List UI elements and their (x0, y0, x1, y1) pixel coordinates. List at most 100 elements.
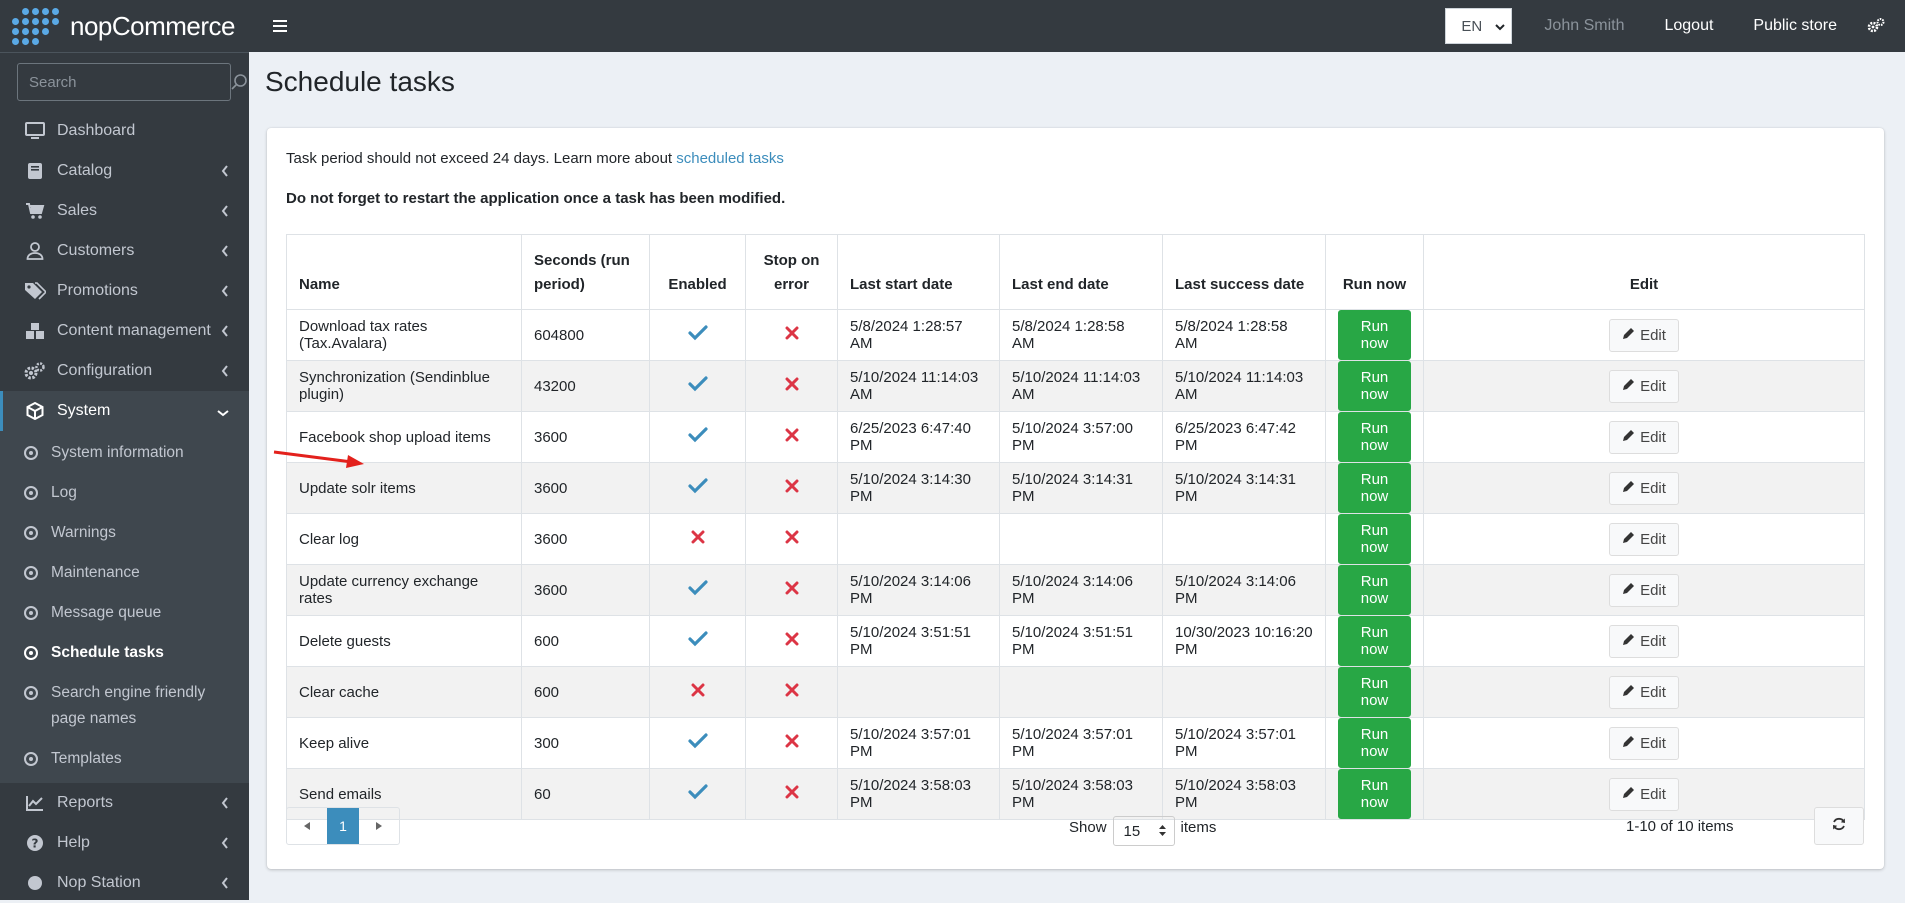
sidebar-item-configuration[interactable]: Configuration (0, 351, 249, 391)
cell-edit: Edit (1423, 564, 1865, 616)
edit-button[interactable]: Edit (1609, 420, 1679, 454)
logout-link[interactable]: Logout (1664, 17, 1713, 35)
sidebar-item-nop-station[interactable]: Nop Station (0, 863, 249, 903)
cross-icon (785, 479, 799, 497)
run-now-button[interactable]: Run now (1338, 565, 1411, 615)
sidebar-item-schedule-tasks[interactable]: Schedule tasks (0, 633, 249, 673)
svg-text:?: ? (32, 837, 39, 851)
refresh-button[interactable] (1814, 807, 1864, 845)
sidebar-item-reports[interactable]: Reports (0, 783, 249, 823)
hamburger-menu-icon[interactable] (273, 16, 287, 37)
page-size-select[interactable]: 15 (1112, 816, 1175, 846)
header-last-success-date[interactable]: Last success date (1162, 234, 1326, 310)
page-number-button[interactable]: 1 (327, 808, 359, 844)
cell-run-now: Run now (1325, 411, 1424, 463)
edit-button[interactable]: Edit (1609, 726, 1679, 760)
sidebar-item-help[interactable]: ? Help (0, 823, 249, 863)
cell-run-now: Run now (1325, 666, 1424, 718)
sidebar-item-system[interactable]: System (0, 391, 249, 431)
cell-edit: Edit (1423, 360, 1865, 412)
sidebar-search-input[interactable] (18, 72, 230, 92)
run-now-button[interactable]: Run now (1338, 718, 1411, 768)
prev-page-button[interactable] (287, 808, 327, 844)
sidebar-item-templates[interactable]: Templates (0, 739, 249, 779)
run-now-button[interactable]: Run now (1338, 463, 1411, 513)
edit-button-label: Edit (1640, 326, 1666, 344)
cell-last-success-date: 6/25/2023 6:47:42 PM (1162, 411, 1326, 463)
sidebar-item-system-information[interactable]: System information (0, 433, 249, 473)
check-icon (687, 733, 708, 753)
cell-enabled (649, 717, 746, 769)
sidebar-item-log[interactable]: Log (0, 473, 249, 513)
run-now-button[interactable]: Run now (1338, 769, 1411, 819)
edit-button[interactable]: Edit (1609, 624, 1679, 658)
run-now-button[interactable]: Run now (1338, 361, 1411, 411)
sidebar-item-label: Promotions (57, 282, 138, 299)
gears-icon[interactable] (1867, 18, 1885, 34)
search-icon[interactable] (230, 73, 248, 91)
cell-edit: Edit (1423, 411, 1865, 463)
brand[interactable]: nopCommerce (0, 0, 249, 53)
cell-last-end-date: 5/10/2024 3:51:51 PM (999, 615, 1163, 667)
sidebar-item-promotions[interactable]: Promotions (0, 271, 249, 311)
page-size-control: Show 15 items (1069, 812, 1216, 846)
edit-button-label: Edit (1640, 530, 1666, 548)
header-name[interactable]: Name (286, 234, 522, 310)
cell-last-success-date (1162, 513, 1326, 565)
sidebar-nav: Dashboard Catalog Sales Customers Promot… (0, 111, 249, 903)
sidebar-item-label: Help (57, 834, 90, 851)
header-stop-on-error[interactable]: Stop on error (745, 234, 838, 310)
table-row: Delete guests 600 5/10/2024 3:51:51 PM 5/10… (286, 615, 1865, 667)
header-enabled[interactable]: Enabled (649, 234, 746, 310)
cogs-icon (24, 360, 46, 382)
sidebar-item-message-queue[interactable]: Message queue (0, 593, 249, 633)
run-now-button[interactable]: Run now (1338, 667, 1411, 717)
run-now-button[interactable]: Run now (1338, 310, 1411, 360)
schedule-tasks-table: Name Seconds (run period) Enabled Stop o… (286, 234, 1865, 820)
sidebar-item-sales[interactable]: Sales (0, 191, 249, 231)
language-select[interactable]: EN (1445, 8, 1513, 44)
header-last-start-date[interactable]: Last start date (837, 234, 1000, 310)
sidebar-item-dashboard[interactable]: Dashboard (0, 111, 249, 151)
header-seconds[interactable]: Seconds (run period) (521, 234, 650, 310)
edit-button[interactable]: Edit (1609, 318, 1679, 352)
cell-seconds: 300 (521, 717, 650, 769)
chevron-down-icon (1495, 18, 1506, 35)
circle-icon (24, 872, 46, 894)
cell-stop-on-error (745, 564, 838, 616)
edit-button[interactable]: Edit (1609, 675, 1679, 709)
cell-name: Keep alive (286, 717, 522, 769)
edit-button[interactable]: Edit (1609, 522, 1679, 556)
sidebar-item-label: Search engine friendly page names (51, 684, 206, 727)
edit-button[interactable]: Edit (1609, 573, 1679, 607)
current-user: John Smith (1544, 17, 1625, 34)
run-now-button[interactable]: Run now (1338, 412, 1411, 462)
cell-edit: Edit (1423, 462, 1865, 514)
run-now-button[interactable]: Run now (1338, 514, 1411, 564)
cell-last-end-date: 5/10/2024 3:14:31 PM (999, 462, 1163, 514)
sidebar-item-catalog[interactable]: Catalog (0, 151, 249, 191)
chevron-left-icon (221, 164, 229, 182)
run-now-button[interactable]: Run now (1338, 616, 1411, 666)
public-store-link[interactable]: Public store (1753, 17, 1837, 35)
edit-button[interactable]: Edit (1609, 777, 1679, 811)
sidebar-item-customers[interactable]: Customers (0, 231, 249, 271)
sidebar-item-content-management[interactable]: Content management (0, 311, 249, 351)
cross-icon (785, 632, 799, 650)
cell-stop-on-error (745, 309, 838, 361)
sidebar-item-seo-names[interactable]: Search engine friendly page names (0, 673, 249, 739)
header-last-end-date[interactable]: Last end date (999, 234, 1163, 310)
circle-icon (24, 526, 38, 540)
cell-seconds: 3600 (521, 411, 650, 463)
brand-name: nopCommerce (70, 10, 236, 41)
chevron-left-icon (221, 796, 229, 814)
sidebar-item-warnings[interactable]: Warnings (0, 513, 249, 553)
tags-icon (24, 280, 46, 302)
cell-seconds: 600 (521, 666, 650, 718)
edit-button[interactable]: Edit (1609, 471, 1679, 505)
next-page-button[interactable] (359, 808, 399, 844)
scheduled-tasks-link[interactable]: scheduled tasks (676, 150, 784, 167)
cell-last-success-date (1162, 666, 1326, 718)
sidebar-item-maintenance[interactable]: Maintenance (0, 553, 249, 593)
edit-button[interactable]: Edit (1609, 369, 1679, 403)
